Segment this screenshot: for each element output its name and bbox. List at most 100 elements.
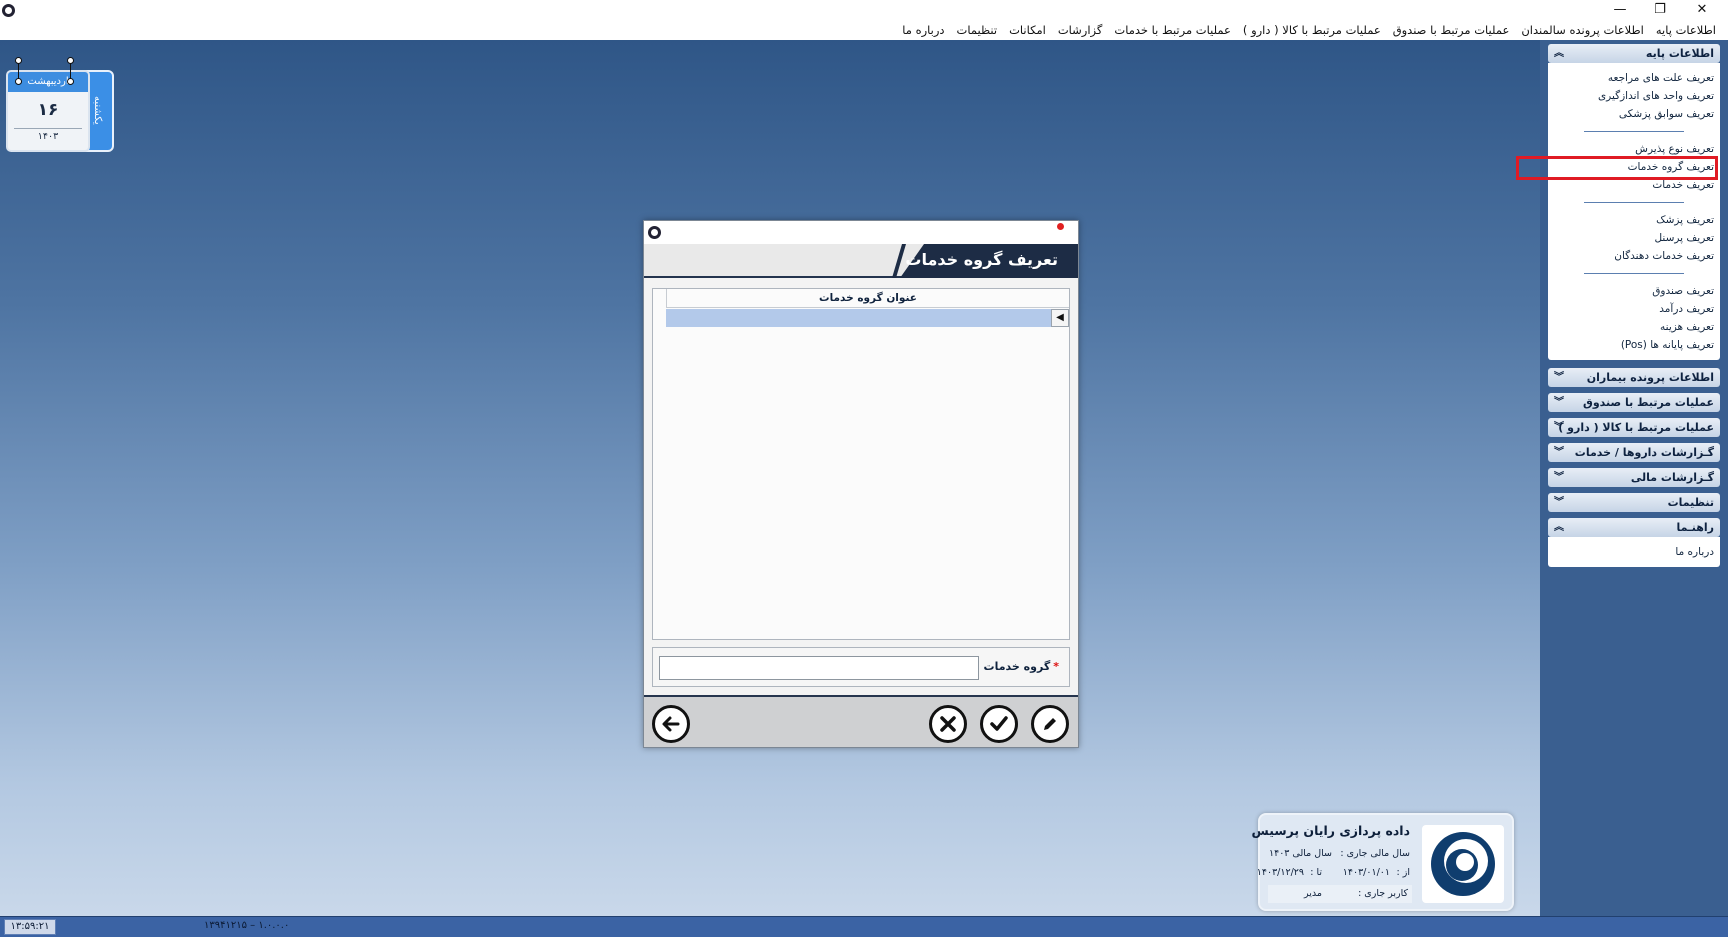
- menu-about[interactable]: درباره ما: [902, 23, 944, 37]
- group-help[interactable]: راهنـما ︽: [1548, 518, 1720, 537]
- chevron-down-icon[interactable]: ︾: [1554, 443, 1564, 462]
- menu-base-info[interactable]: اطلاعات پایه: [1656, 23, 1716, 37]
- menu-service-operations[interactable]: عملیات مرتبط با خدمات: [1114, 23, 1231, 37]
- service-group-field-box: *گروه خدمات :: [652, 647, 1070, 687]
- sidebar-item-income[interactable]: تعریف درآمد: [1554, 300, 1714, 318]
- date-to-value: ۱۴۰۳/۱۲/۲۹: [1256, 867, 1304, 878]
- sidebar-item-service-providers[interactable]: تعریف خدمات دهندگان: [1554, 247, 1714, 265]
- delete-button[interactable]: [929, 705, 967, 743]
- group-base-info-label: اطلاعات پایه: [1645, 47, 1714, 60]
- pencil-icon: [1044, 718, 1056, 730]
- grid-column-header[interactable]: عنوان گروه خدمات: [666, 289, 1069, 308]
- sidebar-item-doctor[interactable]: تعریف پزشک: [1554, 211, 1714, 229]
- date-from-label: از :: [1396, 867, 1410, 878]
- menu-elderly-records[interactable]: اطلاعات پرونده سالمندان: [1521, 23, 1644, 37]
- table-row[interactable]: [666, 309, 1051, 327]
- current-user-value: مدیر: [1304, 888, 1322, 899]
- chevron-down-icon[interactable]: ︾: [1554, 368, 1564, 387]
- group-financial-reports[interactable]: گـزارشات مالی ︾: [1548, 468, 1720, 487]
- title-bar: — ❐ ✕: [0, 0, 1728, 22]
- divider: [1584, 131, 1684, 132]
- menu-settings[interactable]: تنظیمات: [957, 23, 998, 37]
- date-to-label: تا :: [1310, 867, 1322, 878]
- dialog-header: تعریف گروه خدمات: [644, 244, 1078, 278]
- group-cash-operations[interactable]: عملیات مرتبط با صندوق ︾: [1548, 393, 1720, 412]
- chevron-down-icon[interactable]: ︾: [1554, 468, 1564, 487]
- service-group-label-text: گروه خدمات :: [975, 660, 1051, 673]
- calendar-pin-icon: [67, 57, 74, 85]
- group-help-label: راهنـما: [1676, 521, 1715, 534]
- status-bar: ۱۳:۵۹:۲۱ ۱۳۹۴۱۲۱۵ – ۱.۰.۰.۰: [0, 916, 1728, 937]
- check-icon: [990, 716, 1008, 731]
- back-button[interactable]: [652, 705, 690, 743]
- service-group-input[interactable]: [659, 656, 979, 680]
- menu-goods-operations[interactable]: عملیات مرتبط با کالا ( دارو ): [1243, 23, 1381, 37]
- status-time: ۱۳:۵۹:۲۱: [4, 919, 56, 935]
- x-icon: [940, 716, 956, 732]
- calendar-widget: یکشنبه اردیبهشت ۱۶ ۱۴۰۳: [6, 57, 114, 152]
- group-goods-operations[interactable]: عملیات مرتبط با کالا ( دارو ) ︾: [1548, 418, 1720, 437]
- calendar-pin-icon: [15, 57, 22, 85]
- sidebar-item-personnel[interactable]: تعریف پرسنل: [1554, 229, 1714, 247]
- menu-bar: اطلاعات پایه اطلاعات پرونده سالمندان عمل…: [0, 20, 1728, 40]
- calendar-year: ۱۴۰۳: [14, 128, 82, 142]
- required-mark: *: [1053, 660, 1059, 673]
- calendar-day: ۱۶: [37, 100, 59, 120]
- sidebar-item-cash-box[interactable]: تعریف صندوق: [1554, 282, 1714, 300]
- row-indicator-icon[interactable]: ◀: [1051, 309, 1069, 327]
- highlight-box: [1516, 156, 1718, 180]
- group-settings[interactable]: تنظیمات ︾: [1548, 493, 1720, 512]
- group-base-info[interactable]: اطلاعات پایه ︽: [1548, 44, 1720, 63]
- group-settings-label: تنظیمات: [1667, 496, 1714, 509]
- sidebar-item-visit-reasons[interactable]: تعریف علت های مراجعه: [1554, 69, 1714, 87]
- company-name: داده پردازی رایان پرسیس: [1251, 823, 1410, 838]
- fiscal-year-value: سال مالی ۱۴۰۳: [1268, 848, 1332, 859]
- dialog-logo-icon: [648, 226, 661, 239]
- group-patient-records-label: اطلاعات پرونده بیماران: [1586, 371, 1714, 384]
- company-logo: [1422, 825, 1504, 903]
- sidebar-item-medical-history[interactable]: تعریف سوابق پزشکی: [1554, 105, 1714, 123]
- sidebar-item-expense[interactable]: تعریف هزینه: [1554, 318, 1714, 336]
- arrow-left-icon: [662, 716, 680, 732]
- group-goods-operations-label: عملیات مرتبط با کالا ( دارو ): [1558, 421, 1714, 434]
- dialog-toolbar: [644, 695, 1078, 747]
- current-user-row: کاربر جاری : مدیر: [1268, 885, 1412, 903]
- menu-reports[interactable]: گزارشات: [1058, 23, 1103, 37]
- current-user-label: کاربر جاری :: [1358, 888, 1408, 899]
- group-cash-operations-label: عملیات مرتبط با صندوق: [1582, 396, 1714, 409]
- chevron-down-icon[interactable]: ︾: [1554, 418, 1564, 437]
- dialog-title: تعریف گروه خدمات: [905, 250, 1058, 269]
- chevron-down-icon[interactable]: ︾: [1554, 393, 1564, 412]
- date-from-value: ۱۴۰۳/۰۱/۰۱: [1342, 867, 1390, 878]
- close-button[interactable]: ✕: [1682, 0, 1722, 20]
- group-help-body: درباره ما: [1548, 537, 1720, 567]
- menu-facilities[interactable]: امکانات: [1009, 23, 1046, 37]
- chevron-down-icon[interactable]: ︾: [1554, 493, 1564, 512]
- app-logo-icon: [2, 4, 15, 17]
- sidebar-item-units[interactable]: تعریف واحد های اندازگیری: [1554, 87, 1714, 105]
- service-group-label: *گروه خدمات :: [975, 660, 1059, 673]
- service-group-dialog: تعریف گروه خدمات عنوان گروه خدمات ◀ *گرو…: [643, 220, 1079, 748]
- service-group-grid[interactable]: عنوان گروه خدمات ◀: [652, 288, 1070, 640]
- confirm-button[interactable]: [980, 705, 1018, 743]
- divider: [1584, 202, 1684, 203]
- menu-cash-operations[interactable]: عملیات مرتبط با صندوق: [1393, 23, 1510, 37]
- fiscal-year-label: سال مالی جاری :: [1340, 848, 1410, 859]
- group-drug-service-reports[interactable]: گـزارشات داروها / خدمات ︾: [1548, 443, 1720, 462]
- group-drug-service-reports-label: گـزارشات داروها / خدمات: [1574, 446, 1714, 459]
- chevron-up-icon[interactable]: ︽: [1554, 44, 1564, 63]
- chevron-up-icon[interactable]: ︽: [1554, 518, 1564, 537]
- sidebar-item-about[interactable]: درباره ما: [1554, 543, 1714, 561]
- divider: [1584, 273, 1684, 274]
- group-patient-records[interactable]: اطلاعات پرونده بیماران ︾: [1548, 368, 1720, 387]
- group-financial-reports-label: گـزارشات مالی: [1630, 471, 1714, 484]
- sidebar-item-pos[interactable]: تعریف پایانه ها (Pos): [1554, 336, 1714, 354]
- company-info-card: داده پردازی رایان پرسیس سال مالی جاری : …: [1252, 813, 1514, 911]
- dialog-topbar: [644, 221, 1078, 244]
- edit-button[interactable]: [1031, 705, 1069, 743]
- dialog-close-icon[interactable]: [1057, 223, 1064, 230]
- group-base-info-body: تعریف علت های مراجعه تعریف واحد های اندا…: [1548, 63, 1720, 360]
- calendar-weekday: یکشنبه: [92, 96, 103, 125]
- minimize-button[interactable]: —: [1600, 0, 1640, 20]
- restore-button[interactable]: ❐: [1640, 0, 1680, 20]
